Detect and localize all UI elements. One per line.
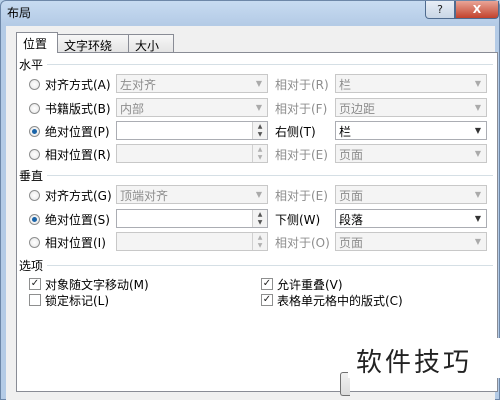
spin-down-icon[interactable]: ▼ xyxy=(253,241,267,250)
v-relative-spinner[interactable]: ▲ ▼ xyxy=(252,233,267,250)
help-icon: ? xyxy=(437,3,443,16)
v-absolute-relative-value: 段落 xyxy=(339,213,364,227)
close-icon: X xyxy=(472,3,482,16)
v-relative-relative-select[interactable]: 页面 ▼ xyxy=(335,232,487,251)
h-absolute-relative-select[interactable]: 栏 ▼ xyxy=(335,121,487,140)
h-relative-spinner[interactable]: ▲ ▼ xyxy=(252,145,267,162)
h-align-label: 对齐方式(A) xyxy=(45,78,111,92)
h-absolute-label: 绝对位置(P) xyxy=(45,125,110,139)
h-book-layout-label: 书籍版式(B) xyxy=(45,102,111,116)
v-align-select[interactable]: 顶端对齐 ▼ xyxy=(116,185,268,204)
h-book-layout-select[interactable]: 内部 ▼ xyxy=(116,98,268,117)
v-absolute-spinner[interactable]: ▲ ▼ xyxy=(252,210,267,227)
h-absolute-spinner[interactable]: ▲ ▼ xyxy=(252,122,267,139)
help-button[interactable]: ? xyxy=(425,1,455,19)
dialog-title: 布局 xyxy=(7,6,32,20)
chevron-down-icon: ▼ xyxy=(474,103,482,112)
h-absolute-relative-label: 右侧(T) xyxy=(275,125,316,139)
h-absolute-relative-value: 栏 xyxy=(339,125,352,139)
v-relative-radio[interactable] xyxy=(29,237,40,248)
move-with-text-checkbox[interactable]: ✓ xyxy=(29,278,41,290)
horizontal-group-label: 水平 xyxy=(19,58,44,72)
v-relative-label: 相对位置(I) xyxy=(45,236,106,250)
allow-overlap-label: 允许重叠(V) xyxy=(277,278,343,292)
spin-down-icon[interactable]: ▼ xyxy=(253,218,267,227)
spin-down-icon[interactable]: ▼ xyxy=(253,130,267,139)
h-align-relative-value: 栏 xyxy=(339,78,352,92)
chevron-down-icon: ▼ xyxy=(474,126,482,135)
v-absolute-radio[interactable] xyxy=(29,214,40,225)
chevron-down-icon: ▼ xyxy=(255,79,263,88)
options-divider xyxy=(47,265,493,266)
vertical-divider xyxy=(47,175,493,176)
h-book-relative-label: 相对于(F) xyxy=(275,102,328,116)
close-button[interactable]: X xyxy=(455,1,499,19)
v-align-radio[interactable] xyxy=(29,190,40,201)
allow-overlap-checkbox[interactable]: ✓ xyxy=(261,278,273,290)
spin-up-icon[interactable]: ▲ xyxy=(253,210,267,219)
spin-up-icon[interactable]: ▲ xyxy=(253,233,267,242)
h-align-radio[interactable] xyxy=(29,79,40,90)
h-book-layout-value: 内部 xyxy=(120,102,145,116)
h-align-relative-label: 相对于(R) xyxy=(275,78,329,92)
h-relative-relative-select[interactable]: 页面 ▼ xyxy=(335,144,487,163)
horizontal-divider xyxy=(47,64,493,65)
h-book-layout-radio[interactable] xyxy=(29,103,40,114)
h-absolute-radio[interactable] xyxy=(29,126,40,137)
v-absolute-label: 绝对位置(S) xyxy=(45,213,110,227)
v-align-relative-select[interactable]: 页面 ▼ xyxy=(335,185,487,204)
chevron-down-icon: ▼ xyxy=(255,190,263,199)
tab-position[interactable]: 位置 xyxy=(16,32,58,53)
v-align-value: 顶端对齐 xyxy=(120,189,169,203)
spin-up-icon[interactable]: ▲ xyxy=(253,145,267,154)
v-align-label: 对齐方式(G) xyxy=(45,189,112,203)
spin-up-icon[interactable]: ▲ xyxy=(253,122,267,131)
chevron-down-icon: ▼ xyxy=(474,149,482,158)
vertical-group-label: 垂直 xyxy=(19,169,44,183)
checkmark-icon: ✓ xyxy=(262,278,272,289)
h-absolute-input[interactable]: ▲ ▼ xyxy=(116,121,268,140)
options-group-label: 选项 xyxy=(19,259,44,273)
layout-in-table-cell-checkbox[interactable]: ✓ xyxy=(261,294,273,306)
v-absolute-relative-label: 下侧(W) xyxy=(275,213,321,227)
layout-in-table-cell-label: 表格单元格中的版式(C) xyxy=(277,294,403,308)
v-absolute-relative-select[interactable]: 段落 ▼ xyxy=(335,209,487,228)
v-relative-input[interactable]: ▲ ▼ xyxy=(116,232,268,251)
tab-text-wrapping[interactable]: 文字环绕 xyxy=(57,34,129,53)
v-relative-relative-value: 页面 xyxy=(339,236,364,250)
chevron-down-icon: ▼ xyxy=(474,79,482,88)
h-book-relative-value: 页边距 xyxy=(339,102,376,116)
v-relative-relative-label: 相对于(O) xyxy=(275,236,330,250)
lock-anchor-label: 锁定标记(L) xyxy=(45,294,110,308)
chevron-down-icon: ▼ xyxy=(255,103,263,112)
checkmark-icon: ✓ xyxy=(262,294,272,305)
h-align-value: 左对齐 xyxy=(120,78,157,92)
h-relative-input[interactable]: ▲ ▼ xyxy=(116,144,268,163)
h-align-relative-select[interactable]: 栏 ▼ xyxy=(335,74,487,93)
checkmark-icon: ✓ xyxy=(30,278,40,289)
lock-anchor-checkbox[interactable] xyxy=(29,294,41,306)
h-relative-radio[interactable] xyxy=(29,149,40,160)
chevron-down-icon: ▼ xyxy=(474,214,482,223)
title-bar: 布局 ? X xyxy=(1,1,499,23)
v-align-relative-label: 相对于(E) xyxy=(275,189,328,203)
h-relative-label: 相对位置(R) xyxy=(45,148,111,162)
chevron-down-icon: ▼ xyxy=(474,237,482,246)
move-with-text-label: 对象随文字移动(M) xyxy=(45,278,149,292)
watermark-text: 软件技巧 xyxy=(356,348,473,378)
v-absolute-input[interactable]: ▲ ▼ xyxy=(116,209,268,228)
v-align-relative-value: 页面 xyxy=(339,189,364,203)
h-book-relative-select[interactable]: 页边距 ▼ xyxy=(335,98,487,117)
spin-down-icon[interactable]: ▼ xyxy=(253,153,267,162)
h-relative-relative-value: 页面 xyxy=(339,148,364,162)
tab-size[interactable]: 大小 xyxy=(128,34,174,53)
h-align-select[interactable]: 左对齐 ▼ xyxy=(116,74,268,93)
chevron-down-icon: ▼ xyxy=(474,190,482,199)
h-relative-relative-label: 相对于(E) xyxy=(275,148,328,162)
